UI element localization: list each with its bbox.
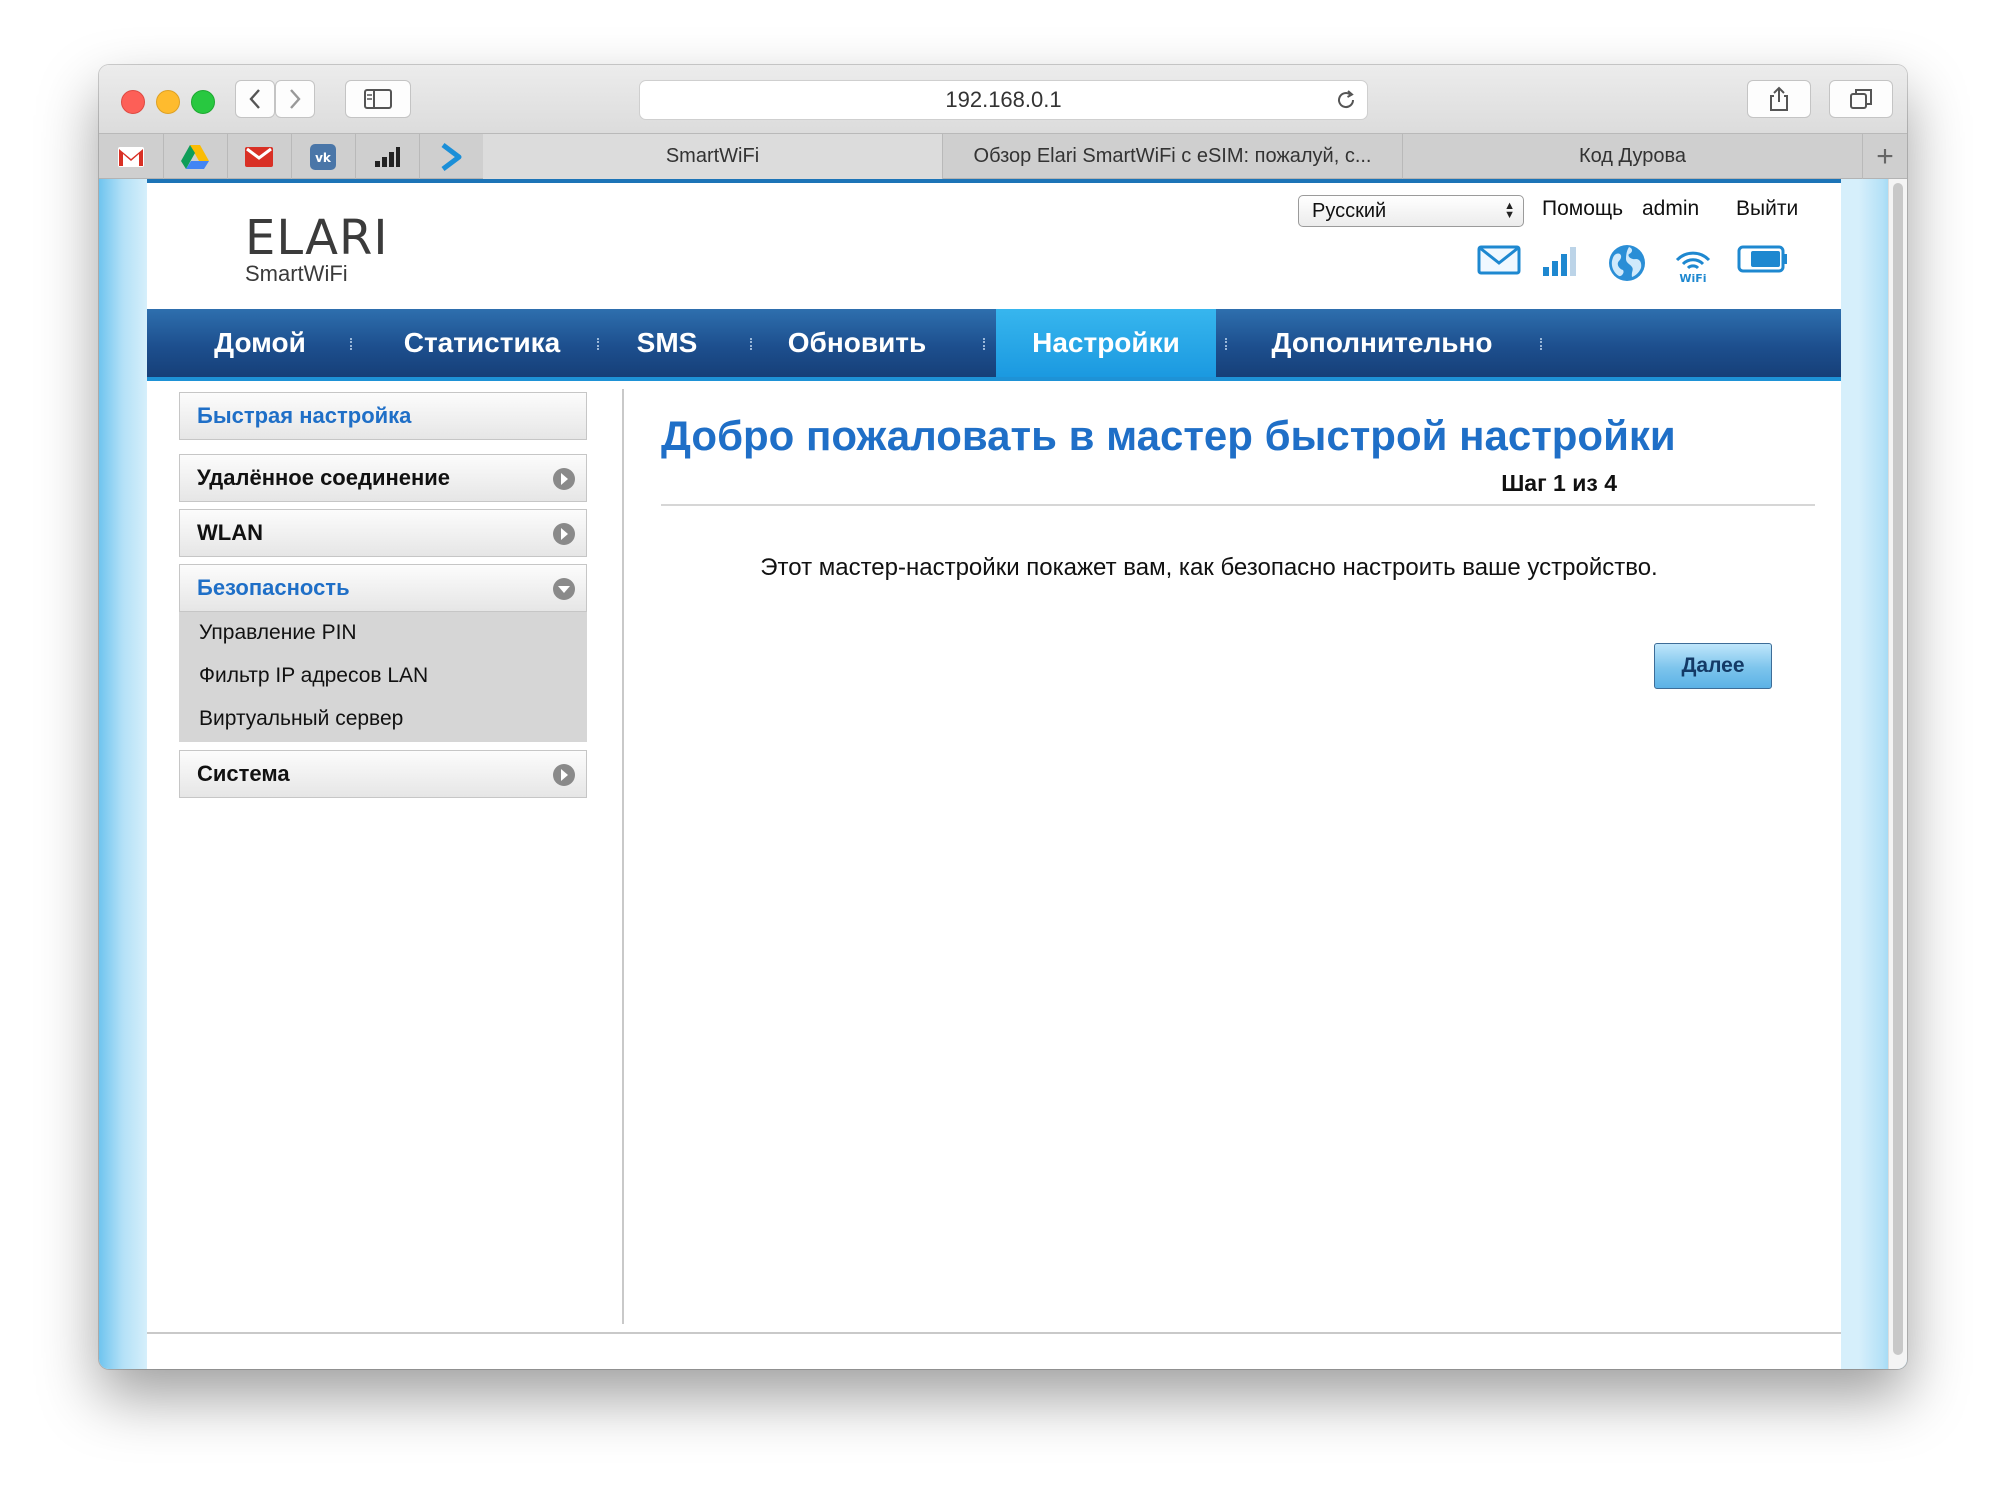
user-label: admin [1642, 197, 1700, 220]
tab-review[interactable]: Обзор Elari SmartWiFi с eSIM: пожалуй, с… [943, 134, 1403, 179]
drive-icon [181, 144, 209, 169]
chevron-left-icon [249, 89, 260, 109]
favorite-vk[interactable]: vk [291, 134, 356, 179]
sidebar-item-remote-connection[interactable]: Удалённое соединение [179, 454, 587, 502]
footer-line [147, 1332, 1841, 1334]
tab-bar: vk SmartWiFi Обзор Elari SmartWiFi с eSI… [99, 133, 1907, 179]
sidebar-item-security[interactable]: Безопасность [179, 564, 587, 612]
chevron-right-circle-icon [553, 468, 575, 490]
share-button[interactable] [1747, 80, 1811, 118]
battery-icon [1737, 245, 1787, 273]
svg-text:vk: vk [315, 151, 332, 165]
logo-main-text: ELARI [245, 210, 389, 266]
tabs-overview-button[interactable] [1829, 80, 1893, 118]
sidebar-subitem-virtual-server[interactable]: Виртуальный сервер [199, 707, 403, 731]
minimize-window-button[interactable] [156, 90, 180, 114]
chevron-right-circle-icon [553, 523, 575, 545]
select-arrows-icon: ▲ ▼ [1504, 200, 1515, 221]
sidebar-item-label: Удалённое соединение [197, 465, 451, 490]
wizard-description: Этот мастер-настройки покажет вам, как б… [760, 554, 1658, 581]
sidebar-item-label: WLAN [197, 520, 263, 545]
tab-label: Код Дурова [1578, 145, 1687, 167]
tab-smartwifi[interactable]: SmartWiFi [483, 134, 943, 179]
tab-label: Обзор Elari SmartWiFi с eSIM: пожалуй, с… [973, 145, 1372, 167]
tab-label: SmartWiFi [665, 145, 760, 167]
mail-icon[interactable] [1477, 243, 1521, 277]
reload-icon[interactable] [1335, 89, 1357, 111]
sidebar-item-system[interactable]: Система [179, 750, 587, 798]
nav-settings[interactable]: Настройки [996, 309, 1216, 377]
favorite-signal[interactable] [355, 134, 420, 179]
share-icon [1770, 86, 1788, 111]
nav-advanced[interactable]: Дополнительно [1247, 309, 1517, 377]
favorite-gmail[interactable] [99, 134, 164, 179]
sidebar-item-quick-setup[interactable]: Быстрая настройка [179, 392, 587, 440]
nav-sms[interactable]: SMS [617, 309, 717, 377]
globe-icon [1609, 245, 1645, 281]
gmail-icon [118, 146, 144, 167]
router-admin-page: ELARI SmartWiFi Русский ▲ ▼ Помощь admin … [147, 179, 1841, 1369]
close-window-button[interactable] [121, 90, 145, 114]
nav-home[interactable]: Домой [187, 309, 333, 377]
svg-text:WiFi: WiFi [1679, 272, 1706, 283]
favorite-gmail-red[interactable] [227, 134, 292, 179]
nav-separator [1225, 338, 1229, 350]
chevron-right-circle-icon [553, 764, 575, 786]
browser-toolbar: 192.168.0.1 [99, 65, 1907, 133]
nav-separator [750, 338, 754, 350]
page-title: Добро пожаловать в мастер быстрой настро… [661, 412, 1676, 459]
address-bar[interactable]: 192.168.0.1 [639, 80, 1368, 120]
tab-durov[interactable]: Код Дурова [1403, 134, 1863, 179]
logout-link[interactable]: Выйти [1736, 197, 1798, 221]
browser-window: 192.168.0.1 vk SmartWiFi Обзор Elari Sma… [99, 65, 1907, 1369]
arrow-logo-icon [441, 142, 462, 171]
gmail-red-icon [245, 146, 273, 167]
zoom-window-button[interactable] [191, 90, 215, 114]
sidebar-subitem-pin[interactable]: Управление PIN [199, 621, 357, 645]
content-divider [622, 389, 624, 1324]
nav-update[interactable]: Обновить [772, 309, 942, 377]
signal-icon [1543, 247, 1576, 276]
page-viewport: ELARI SmartWiFi Русский ▲ ▼ Помощь admin … [99, 179, 1907, 1369]
sidebar-icon [364, 89, 392, 109]
step-indicator: Шаг 1 из 4 [1501, 470, 1617, 496]
back-button[interactable] [235, 80, 275, 118]
language-select[interactable]: Русский ▲ ▼ [1298, 195, 1524, 227]
language-value: Русский [1312, 200, 1387, 222]
sidebar-item-label: Безопасность [197, 575, 350, 600]
elari-logo: ELARI SmartWiFi [245, 210, 389, 286]
vk-icon: vk [310, 143, 336, 170]
sidebar-item-label: Быстрая настройка [197, 403, 412, 428]
favorite-drive[interactable] [163, 134, 228, 179]
nav-separator [597, 338, 601, 350]
sidebar-subitem-ip-filter[interactable]: Фильтр IP адресов LAN [199, 664, 428, 688]
wifi-icon: WiFi [1675, 251, 1711, 283]
new-tab-button[interactable]: + [1863, 134, 1907, 179]
security-submenu: Управление PIN Фильтр IP адресов LAN Вир… [179, 612, 587, 742]
help-link[interactable]: Помощь [1542, 197, 1623, 221]
main-nav: Домой Статистика SMS Обновить Настройки … [147, 309, 1841, 381]
sidebar-item-label: Система [197, 761, 290, 786]
nav-separator [350, 338, 354, 350]
nav-statistics[interactable]: Статистика [372, 309, 592, 377]
tabs-icon [1850, 89, 1872, 109]
title-divider [661, 504, 1815, 506]
plus-icon: + [1876, 139, 1894, 173]
scrollbar-thumb[interactable] [1893, 183, 1903, 1355]
sidebar-toggle-button[interactable] [345, 80, 411, 118]
signal-bars-icon [375, 146, 400, 167]
next-button[interactable]: Далее [1654, 643, 1772, 689]
nav-separator [983, 338, 987, 350]
nav-separator [1540, 338, 1544, 350]
sidebar-item-wlan[interactable]: WLAN [179, 509, 587, 557]
chevron-right-icon [290, 89, 301, 109]
chevron-down-circle-icon [553, 578, 575, 600]
address-url: 192.168.0.1 [945, 87, 1062, 112]
top-accent-line [147, 179, 1841, 183]
favorite-arrow[interactable] [419, 134, 484, 179]
forward-button[interactable] [275, 80, 315, 118]
